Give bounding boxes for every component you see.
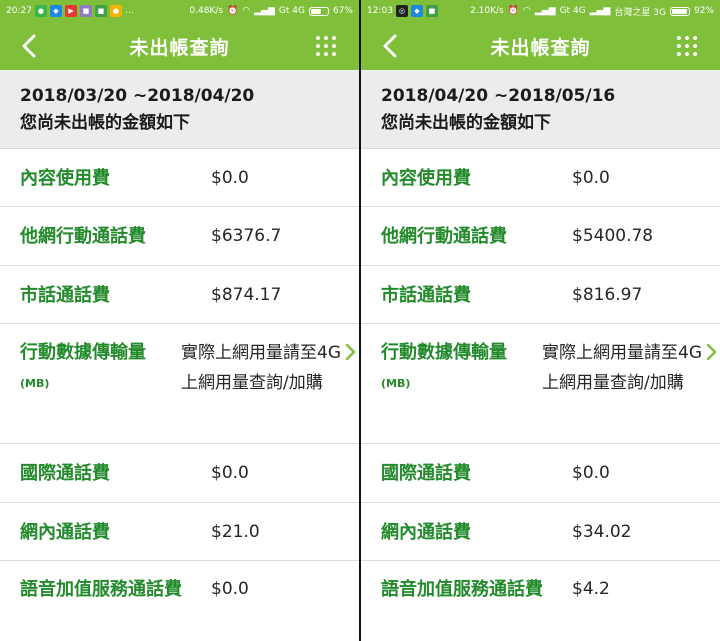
- fee-label: 網內通話費: [20, 522, 110, 543]
- youtube-icon: ▶: [64, 5, 77, 17]
- fee-value: $0.0: [211, 463, 249, 483]
- fee-value: 實際上網用量請至4G上網用量查詢/加購: [542, 343, 702, 393]
- fee-row-other-mobile: 他網行動通話費 $5400.78: [361, 207, 720, 266]
- wifi-icon: ◠: [522, 6, 531, 16]
- fee-label: 行動數據傳輸量: [20, 342, 146, 363]
- billing-period: 2018/04/20 ~2018/05/16 您尚未出帳的金額如下: [361, 70, 720, 149]
- fee-value: $6376.7: [211, 226, 282, 246]
- fee-value: $34.02: [572, 522, 632, 542]
- page-title: 未出帳查詢: [129, 36, 230, 59]
- fee-value: $0.0: [572, 463, 610, 483]
- fee-label: 國際通話費: [381, 463, 471, 484]
- battery-fill: [310, 8, 322, 14]
- alarm-icon: ⏰: [507, 6, 519, 16]
- chevron-right-icon[interactable]: [343, 343, 357, 361]
- fee-row-mobile-data[interactable]: 行動數據傳輸量 (MB) 實際上網用量請至4G上網用量查詢/加購: [0, 324, 359, 444]
- status-time: 20:27: [6, 6, 32, 16]
- fee-value: 實際上網用量請至4G上網用量查詢/加購: [181, 343, 341, 393]
- app-bar: 未出帳查詢: [361, 22, 720, 70]
- status-bar: 12:03 ◎ ◆ ■ 2.10K/s ⏰ ◠ ▂▄▆ Gt 4G ▂▄▆ 台灣…: [361, 0, 720, 22]
- fee-row-landline: 市話通話費 $874.17: [0, 266, 359, 324]
- screenshot-pair: 20:27 ● ◆ ▶ ■ ■ ● … 0.48K/s ⏰ ◠ ▂▄▆ Gt 4…: [0, 0, 720, 641]
- fee-label: 語音加值服務通話費: [381, 579, 543, 600]
- app-notification-icon: ◆: [410, 5, 423, 17]
- fee-row-content: 內容使用費 $0.0: [361, 149, 720, 207]
- grid-menu-icon[interactable]: [315, 35, 337, 57]
- fee-value: $0.0: [211, 168, 249, 188]
- alarm-icon: ⏰: [227, 6, 239, 16]
- fee-row-international: 國際通話費 $0.0: [0, 444, 359, 503]
- fee-value: $4.2: [572, 579, 610, 599]
- signal-icon: ▂▄▆: [534, 6, 556, 16]
- screen-right: 12:03 ◎ ◆ ■ 2.10K/s ⏰ ◠ ▂▄▆ Gt 4G ▂▄▆ 台灣…: [361, 0, 720, 641]
- more-notifications-icon: …: [124, 6, 134, 16]
- chrome-icon: ●: [109, 5, 122, 17]
- app-notification-icon: ■: [94, 5, 107, 17]
- fee-label: 內容使用費: [381, 168, 471, 189]
- fee-value: $874.17: [211, 285, 282, 305]
- fee-label: 市話通話費: [381, 285, 471, 306]
- fee-row-on-net: 網內通話費 $21.0: [0, 503, 359, 561]
- billing-period: 2018/03/20 ~2018/04/20 您尚未出帳的金額如下: [0, 70, 359, 149]
- fee-label: 他網行動通話費: [20, 226, 146, 247]
- network-type: Gt 4G: [559, 6, 586, 16]
- app-bar: 未出帳查詢: [0, 22, 359, 70]
- fee-row-content: 內容使用費 $0.0: [0, 149, 359, 207]
- fee-label: 市話通話費: [20, 285, 110, 306]
- fee-unit: (MB): [381, 377, 411, 390]
- fee-row-voice-value-added: 語音加值服務通話費 $4.2: [361, 561, 720, 641]
- status-time: 12:03: [367, 6, 393, 16]
- wifi-icon: ◠: [242, 6, 251, 16]
- battery-percent: 67%: [332, 6, 353, 16]
- app-notification-icon: ■: [79, 5, 92, 17]
- app-notification-icon: ■: [425, 5, 438, 17]
- line-app-icon: ●: [34, 5, 47, 17]
- fee-value: $21.0: [211, 522, 260, 542]
- fee-row-other-mobile: 他網行動通話費 $6376.7: [0, 207, 359, 266]
- grid-menu-icon[interactable]: [676, 35, 698, 57]
- period-dates: 2018/04/20 ~2018/05/16: [381, 86, 616, 106]
- fee-label: 網內通話費: [381, 522, 471, 543]
- fee-row-international: 國際通話費 $0.0: [361, 444, 720, 503]
- period-subtitle: 您尚未出帳的金額如下: [20, 113, 190, 133]
- fee-row-mobile-data[interactable]: 行動數據傳輸量 (MB) 實際上網用量請至4G上網用量查詢/加購: [361, 324, 720, 444]
- period-subtitle: 您尚未出帳的金額如下: [381, 113, 551, 133]
- app-notification-icon: ◎: [395, 5, 408, 17]
- chevron-right-icon[interactable]: [704, 343, 718, 361]
- fee-value: $5400.78: [572, 226, 654, 246]
- battery-icon: [669, 6, 690, 16]
- network-type: Gt 4G: [278, 6, 305, 16]
- fee-unit: (MB): [20, 377, 50, 390]
- page-title: 未出帳查詢: [490, 36, 591, 59]
- network-speed: 2.10K/s: [470, 6, 504, 16]
- chevron-left-icon[interactable]: [16, 32, 44, 60]
- fee-value: $816.97: [572, 285, 643, 305]
- fee-row-landline: 市話通話費 $816.97: [361, 266, 720, 324]
- signal-icon: ▂▄▆: [254, 6, 275, 16]
- screen-left: 20:27 ● ◆ ▶ ■ ■ ● … 0.48K/s ⏰ ◠ ▂▄▆ Gt 4…: [0, 0, 359, 641]
- battery-icon: [308, 6, 329, 16]
- fee-label: 語音加值服務通話費: [20, 579, 182, 600]
- fee-row-on-net: 網內通話費 $34.02: [361, 503, 720, 561]
- period-dates: 2018/03/20 ~2018/04/20: [20, 86, 255, 106]
- app-notification-icon: ◆: [49, 5, 62, 17]
- fee-label: 他網行動通話費: [381, 226, 507, 247]
- fee-label: 行動數據傳輸量: [381, 342, 507, 363]
- fee-value: $0.0: [211, 579, 249, 599]
- carrier-name: 台灣之星 3G: [614, 7, 666, 18]
- signal-icon: ▂▄▆: [589, 6, 611, 16]
- chevron-left-icon[interactable]: [377, 32, 405, 60]
- status-bar: 20:27 ● ◆ ▶ ■ ■ ● … 0.48K/s ⏰ ◠ ▂▄▆ Gt 4…: [0, 0, 359, 22]
- fee-label: 國際通話費: [20, 463, 110, 484]
- battery-fill: [671, 8, 687, 14]
- fee-row-voice-value-added: 語音加值服務通話費 $0.0: [0, 561, 359, 641]
- fee-label: 內容使用費: [20, 168, 110, 189]
- network-speed: 0.48K/s: [189, 6, 224, 16]
- fee-value: $0.0: [572, 168, 610, 188]
- battery-percent: 92%: [693, 6, 714, 16]
